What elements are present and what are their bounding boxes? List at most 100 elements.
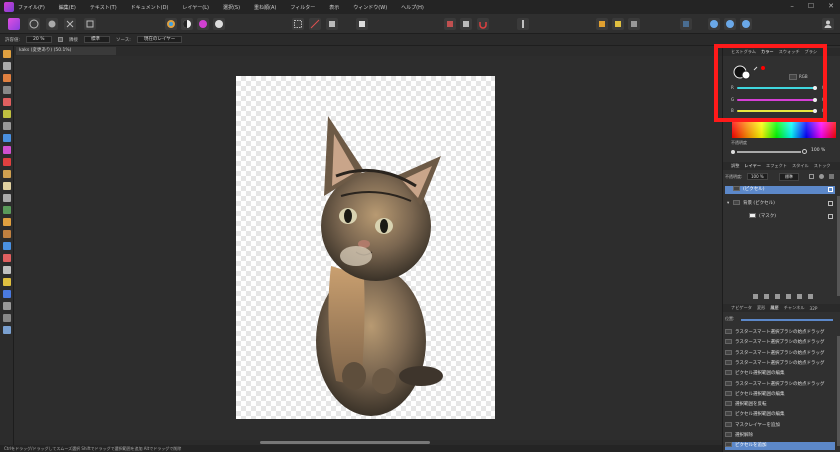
deselect-icon[interactable] [309,18,321,30]
selection-marquee-icon[interactable] [292,18,304,30]
person-icon[interactable] [822,18,834,30]
menu-file[interactable]: ファイル(F) [18,4,45,11]
layer-settings-gear-icon[interactable] [819,174,824,179]
layer-row-background[interactable]: ▾ 背景 (ピクセル) [725,200,835,208]
opacity-end-knob[interactable] [802,149,807,154]
layer-visibility-checkbox[interactable] [828,214,833,219]
user-account-icon[interactable] [708,18,720,30]
undo-brush-tool-icon[interactable] [3,218,11,226]
menu-help[interactable]: ヘルプ(H) [401,4,424,11]
help-icon[interactable] [740,18,752,30]
tab-transform[interactable]: 変形 [757,305,765,311]
tab-navigator[interactable]: ナビゲータ [731,305,752,311]
color-replacement-tool-icon[interactable] [3,170,11,178]
assistant-icon[interactable] [444,18,456,30]
gradient-tool-icon[interactable] [3,146,11,154]
opacity-slider[interactable] [737,151,801,153]
quick-mask-icon[interactable] [356,18,368,30]
magnet-icon[interactable] [477,18,489,30]
snapping-icon[interactable] [460,18,472,30]
fx-icon[interactable] [786,294,791,299]
align-icon[interactable] [628,18,640,30]
hsl-icon[interactable] [197,18,209,30]
menu-select[interactable]: 選択(S) [223,4,240,11]
menu-document[interactable]: ドキュメント(D) [131,4,169,11]
share-icon[interactable] [724,18,736,30]
flood-select-tool-icon[interactable] [3,110,11,118]
zoom-tool-icon[interactable] [3,326,11,334]
white-balance-icon[interactable] [213,18,225,30]
opacity-knob[interactable] [731,150,735,154]
rectangle-tool-icon[interactable] [3,290,11,298]
delete-layer-icon[interactable] [808,294,813,299]
add-layer-icon[interactable] [753,294,758,299]
color-spectrum[interactable] [732,122,836,138]
text-tool-icon[interactable] [3,302,11,310]
history-item[interactable]: ラスタースマート選択ブラシの始点ドラッグ [725,359,835,368]
history-item[interactable]: ピクセル選択範囲の編集 [725,390,835,399]
layer-lock-icon[interactable] [809,174,814,179]
tone-mapping-persona-icon[interactable] [64,18,76,30]
mask-layer-icon[interactable] [764,294,769,299]
list-icon[interactable] [680,18,692,30]
contrast-icon[interactable] [181,18,193,30]
history-item[interactable]: ラスタースマート選択ブラシの始点ドラッグ [725,349,835,358]
layer-visibility-checkbox[interactable] [828,201,833,206]
color-wheel-icon[interactable] [165,18,177,30]
erase-tool-icon[interactable] [3,182,11,190]
node-tool-icon[interactable] [3,278,11,286]
arrange-back-icon[interactable] [596,18,608,30]
horizontal-scrollbar[interactable] [260,441,430,444]
close-button[interactable]: ✕ [828,2,834,10]
marquee-tool-icon[interactable] [3,122,11,130]
history-item[interactable]: ピクセル選択範囲の編集 [725,411,835,419]
layer-menu-icon[interactable] [829,174,834,179]
tab-stock[interactable]: ストック [814,163,831,169]
paint-brush-tool-icon[interactable] [3,158,11,166]
menu-arrange[interactable]: 重ね順(A) [254,4,276,11]
clone-tool-icon[interactable] [3,206,11,214]
maximize-button[interactable]: ☐ [808,2,814,10]
group-layer-icon[interactable] [797,294,802,299]
tolerance-field[interactable]: 20 % [26,36,53,43]
history-item[interactable]: ラスタースマート選択ブラシの始点ドラッグ [725,329,835,337]
mode-dropdown[interactable]: 標準 [84,36,111,43]
tab-effects[interactable]: エフェクト [766,163,787,169]
layer-row-mask[interactable]: (マスク) [725,213,835,221]
develop-persona-icon[interactable] [46,18,58,30]
healing-tool-icon[interactable] [3,242,11,250]
menu-layer[interactable]: レイヤー(L) [182,4,209,11]
invert-selection-icon[interactable] [326,18,338,30]
tab-layers[interactable]: レイヤー [744,163,761,169]
contiguous-checkbox[interactable] [58,37,64,42]
blur-tool-icon[interactable] [3,230,11,238]
liquify-persona-icon[interactable] [28,18,40,30]
tab-adjustments[interactable]: 調整 [731,163,739,169]
layer-opacity-field[interactable]: 100 % [747,173,768,180]
layer-visibility-checkbox[interactable] [828,187,833,192]
flood-fill-tool-icon[interactable] [3,134,11,142]
pen-tool-icon[interactable] [3,266,11,274]
history-item[interactable]: ラスタースマート選択ブラシの始点ドラッグ [725,380,835,389]
history-item[interactable]: ピクセル選択範囲の編集 [725,370,835,378]
blend-mode-dropdown[interactable]: 標準 [779,173,799,181]
dodge-tool-icon[interactable] [3,194,11,202]
menu-view[interactable]: 表示 [329,4,339,11]
menu-filters[interactable]: フィルター [290,4,315,11]
canvas-area[interactable] [14,56,722,440]
history-item[interactable]: ラスタースマート選択ブラシの始点ドラッグ [725,339,835,347]
document-canvas[interactable] [236,76,495,419]
history-item[interactable]: 選択範囲を反転 [725,401,835,409]
source-dropdown[interactable]: 現在のレイヤー [136,36,183,43]
menu-window[interactable]: ウィンドウ(W) [353,4,387,11]
hand-tool-icon[interactable] [3,314,11,322]
tab-32p[interactable]: 32P [810,306,818,311]
color-picker-tool-icon[interactable] [3,74,11,82]
tab-history[interactable]: 履歴 [770,305,778,311]
brush-icon[interactable] [517,18,529,30]
tab-channels[interactable]: チャンネル [784,305,805,311]
view-tool-icon[interactable] [3,50,11,58]
history-item[interactable]: ピクセルを追加 [725,442,835,451]
history-item[interactable]: 選択解除 [725,432,835,440]
layer-row-pixel[interactable]: (ピクセル) [725,186,835,194]
